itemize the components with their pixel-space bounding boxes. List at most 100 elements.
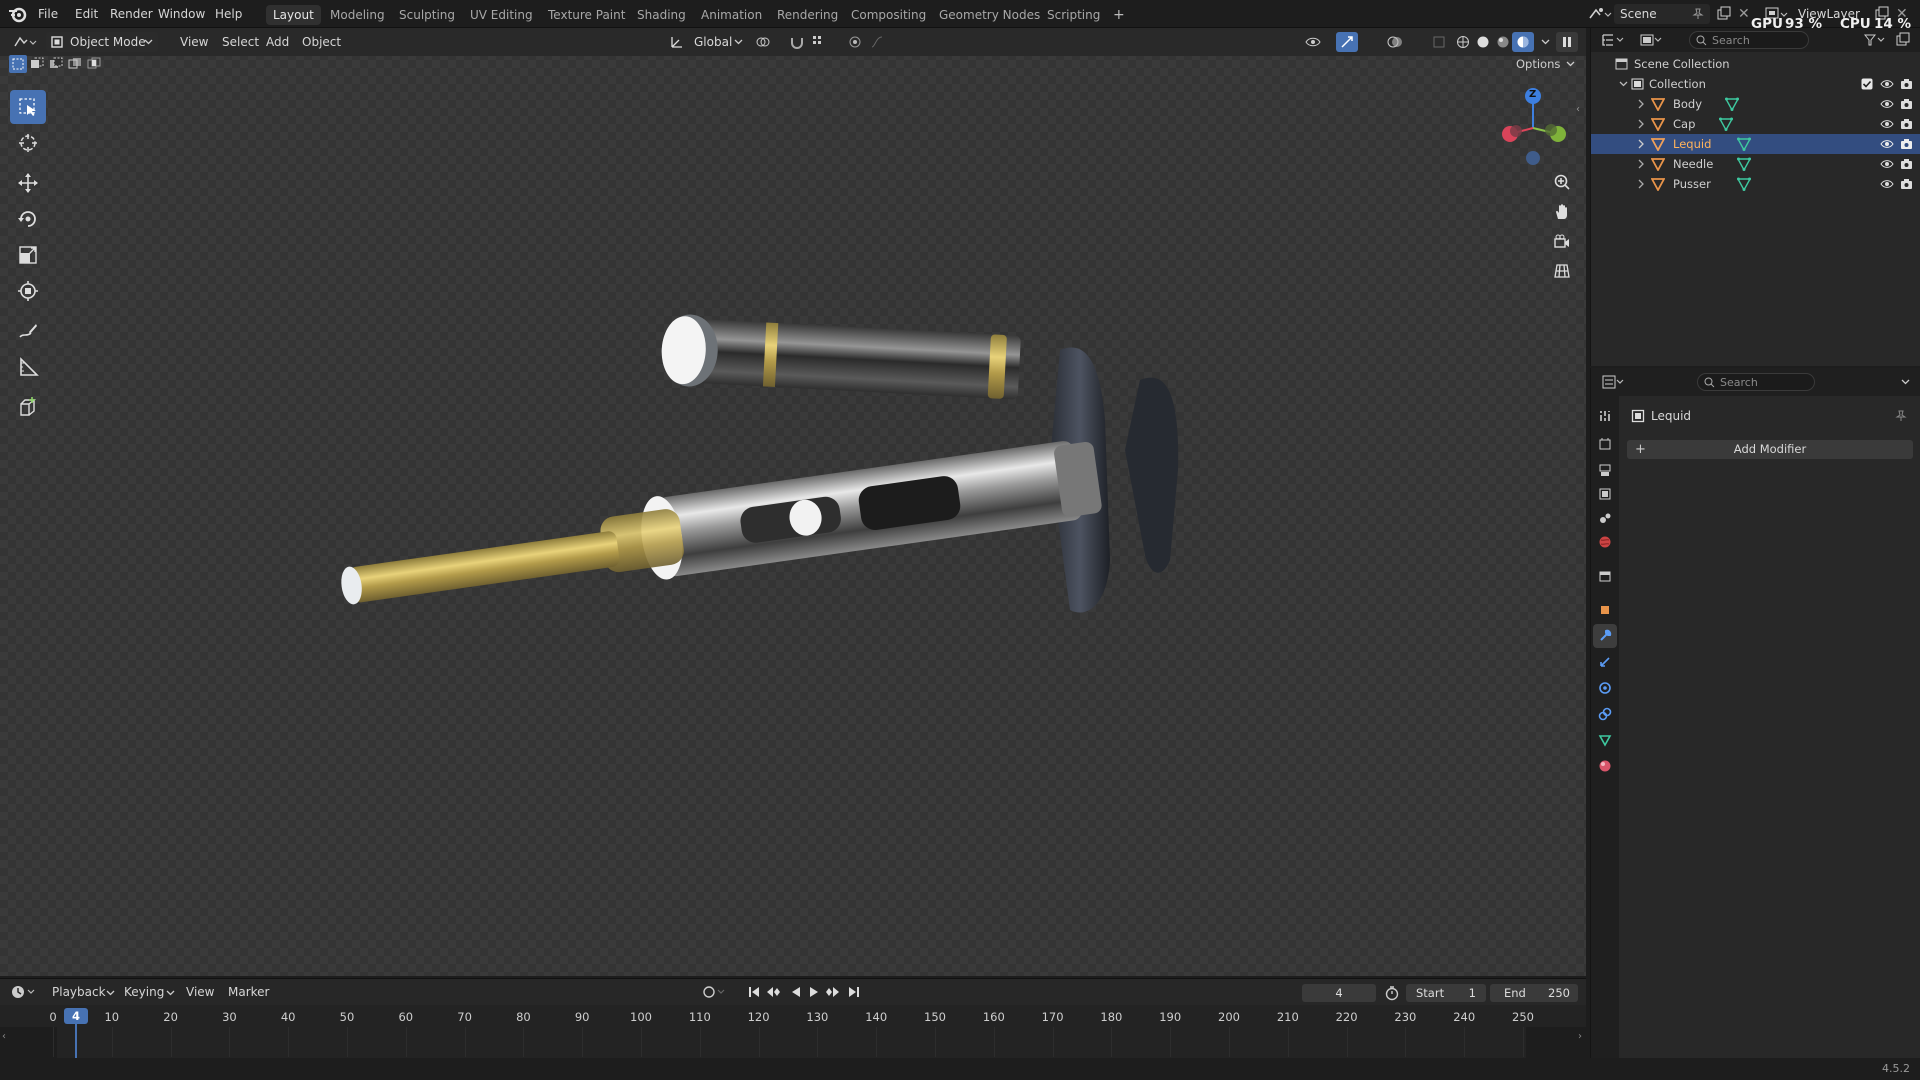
chevron-right-icon[interactable] (1637, 99, 1645, 109)
camera-icon[interactable] (1900, 118, 1913, 130)
outliner-editor-type-icon[interactable] (1601, 32, 1627, 48)
properties-object-name[interactable]: Lequid (1651, 406, 1691, 426)
shading-options-icon[interactable] (1534, 32, 1556, 52)
scale-tool-icon[interactable] (10, 238, 46, 272)
add-workspace-button[interactable]: + (1106, 5, 1132, 25)
pivot-point-icon[interactable] (752, 32, 774, 52)
pause-render-icon[interactable] (1556, 32, 1578, 52)
output-properties-icon[interactable] (1593, 458, 1617, 482)
menu-file[interactable]: File (32, 0, 64, 28)
collapse-sidebar-icon[interactable]: ‹ (1576, 104, 1580, 115)
gizmo-toggle-icon[interactable] (1336, 32, 1358, 52)
chevron-right-icon[interactable] (1637, 139, 1645, 149)
object-mode-dropdown[interactable]: Object Mode (46, 32, 158, 52)
rendered-shading-icon[interactable] (1512, 32, 1534, 52)
editor-type-icon[interactable] (10, 32, 40, 52)
tab-texture-paint[interactable]: Texture Paint (541, 5, 632, 25)
measure-tool-icon[interactable] (10, 350, 46, 384)
new-collection-icon[interactable] (1895, 32, 1911, 48)
select-intersect-icon[interactable] (85, 55, 103, 73)
eye-icon[interactable] (1880, 99, 1894, 109)
camera-view-icon[interactable] (1549, 229, 1575, 255)
camera-icon[interactable] (1900, 78, 1913, 90)
zoom-icon[interactable] (1549, 169, 1575, 195)
tab-scripting[interactable]: Scripting (1040, 5, 1107, 25)
transform-tool-icon[interactable] (10, 274, 46, 308)
annotate-tool-icon[interactable] (10, 314, 46, 348)
tree-row-collection[interactable]: Collection (1591, 74, 1920, 94)
mesh-data-icon[interactable] (1737, 177, 1751, 191)
tab-rendering[interactable]: Rendering (770, 5, 845, 25)
scroll-left-icon[interactable]: ‹ (2, 1031, 6, 1042)
properties-search-input[interactable]: Search (1697, 373, 1815, 391)
falloff-icon[interactable] (866, 32, 888, 52)
tab-modeling[interactable]: Modeling (323, 5, 392, 25)
tab-uv-editing[interactable]: UV Editing (463, 5, 540, 25)
move-tool-icon[interactable] (10, 166, 46, 200)
3d-viewport[interactable]: Object Mode View Select Add Object Globa… (0, 28, 1586, 976)
wireframe-shading-icon[interactable] (1452, 32, 1474, 52)
menu-edit[interactable]: Edit (69, 0, 104, 28)
eye-icon[interactable] (1880, 159, 1894, 169)
eye-icon[interactable] (1880, 179, 1894, 189)
options-dropdown[interactable]: Options (1508, 55, 1578, 73)
camera-icon[interactable] (1900, 138, 1913, 150)
filter-icon[interactable] (1863, 33, 1887, 47)
perspective-toggle-icon[interactable] (1549, 258, 1575, 284)
overlays-icon[interactable] (1384, 32, 1406, 52)
modifier-properties-icon[interactable] (1593, 624, 1617, 648)
select-extend-icon[interactable] (28, 55, 46, 73)
pin-icon[interactable] (1895, 410, 1907, 422)
solid-shading-icon[interactable] (1472, 32, 1494, 52)
camera-icon[interactable] (1900, 178, 1913, 190)
add-cube-tool-icon[interactable] (10, 390, 46, 424)
add-modifier-button[interactable]: + Add Modifier (1627, 440, 1913, 459)
chevron-down-icon[interactable] (1901, 378, 1910, 386)
eye-icon[interactable] (1880, 119, 1894, 129)
camera-icon[interactable] (1900, 98, 1913, 110)
menu-select[interactable]: Select (216, 32, 265, 52)
select-new-icon[interactable] (9, 55, 27, 73)
collection-properties-icon[interactable] (1593, 564, 1617, 588)
display-mode-icon[interactable] (1639, 32, 1665, 48)
material-properties-icon[interactable] (1593, 754, 1617, 778)
cursor-tool-icon[interactable] (10, 126, 46, 160)
tree-row-scene-collection[interactable]: Scene Collection (1591, 54, 1920, 74)
new-scene-icon[interactable] (1716, 6, 1732, 22)
xray-icon[interactable] (1428, 32, 1450, 52)
mesh-data-icon[interactable] (1725, 97, 1739, 111)
scene-icon[interactable] (1586, 5, 1612, 23)
checkbox-icon[interactable] (1861, 78, 1873, 90)
menu-view[interactable]: View (174, 32, 214, 52)
blender-logo-icon[interactable] (8, 5, 28, 23)
select-invert-icon[interactable] (66, 55, 84, 73)
mesh-data-icon[interactable] (1737, 137, 1751, 151)
tab-layout[interactable]: Layout (266, 5, 321, 25)
timeline-ruler[interactable]: 0 10 20 30 40 50 60 70 80 90 100 110 120 130 140 150 160… (0, 979, 1586, 1059)
pan-hand-icon[interactable] (1549, 199, 1575, 225)
menu-window[interactable]: Window (152, 0, 211, 28)
scroll-right-icon[interactable]: › (1578, 1031, 1582, 1042)
menu-help[interactable]: Help (209, 0, 248, 28)
tree-row-cap[interactable]: Cap (1591, 114, 1920, 134)
pin-icon[interactable] (1692, 8, 1704, 20)
properties-editor-type-icon[interactable] (1601, 374, 1627, 390)
view-layer-properties-icon[interactable] (1593, 482, 1617, 506)
data-properties-icon[interactable] (1593, 728, 1617, 752)
transform-orientation-dropdown[interactable]: Global (668, 32, 748, 52)
snap-icon[interactable] (786, 32, 808, 52)
material-shading-icon[interactable] (1492, 32, 1514, 52)
mesh-data-icon[interactable] (1719, 117, 1733, 131)
constraints-properties-icon[interactable] (1593, 702, 1617, 726)
syringe-model-render[interactable] (320, 288, 1200, 688)
object-properties-icon[interactable] (1593, 598, 1617, 622)
chevron-right-icon[interactable] (1637, 159, 1645, 169)
particles-properties-icon[interactable] (1593, 650, 1617, 674)
tab-geometry-nodes[interactable]: Geometry Nodes (932, 5, 1047, 25)
navigation-gizmo[interactable]: Z (1496, 84, 1570, 170)
chevron-right-icon[interactable] (1637, 179, 1645, 189)
tree-row-pusser[interactable]: Pusser (1591, 174, 1920, 194)
mesh-data-icon[interactable] (1737, 157, 1751, 171)
tree-row-lequid[interactable]: Lequid (1591, 134, 1920, 154)
chevron-right-icon[interactable] (1637, 119, 1645, 129)
